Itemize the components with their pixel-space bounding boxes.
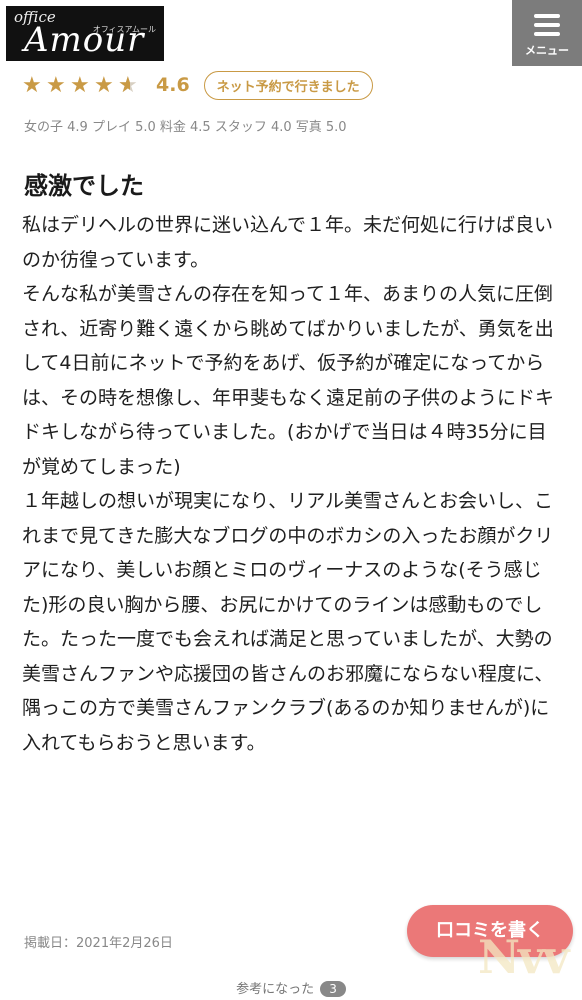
reservation-badge: ネット予約で行きました [203,70,373,100]
helpful-label: 参考になった [236,982,315,997]
star-full-icon: ★ [22,72,43,98]
star-full-icon: ★ [46,72,67,98]
helpful-row[interactable]: 参考になった 3 [0,978,582,997]
review-body: 私はデリヘルの世界に迷い込んで１年。未だ何処に行けば良いのか彷徨っています。 そ… [22,214,555,754]
menu-label: メニュー [525,44,569,57]
star-half-fill: ★ [118,72,130,98]
star-rating: ★ ★ ★ ★ ★ ★ [22,73,142,98]
menu-button[interactable]: メニュー [512,0,582,66]
hamburger-icon [534,14,560,41]
helpful-count: 3 [320,981,346,997]
star-full-icon: ★ [94,72,115,98]
brand-logo[interactable]: office Amour オフィスアムール [6,6,164,61]
sub-scores: 女の子 4.9 プレイ 5.0 料金 4.5 スタッフ 4.0 写真 5.0 [24,120,347,135]
logo-kana-text: オフィスアムール [92,25,156,34]
posted-date: 掲載日：2021年2月26日 [24,936,173,951]
star-half-icon: ★ ★ [118,72,139,98]
star-full-icon: ★ [70,72,91,98]
rating-score: 4.6 [156,74,190,96]
review-title: 感激でした [24,172,144,200]
rating-row: ★ ★ ★ ★ ★ ★ 4.6 ネット予約で行きました [22,70,373,100]
